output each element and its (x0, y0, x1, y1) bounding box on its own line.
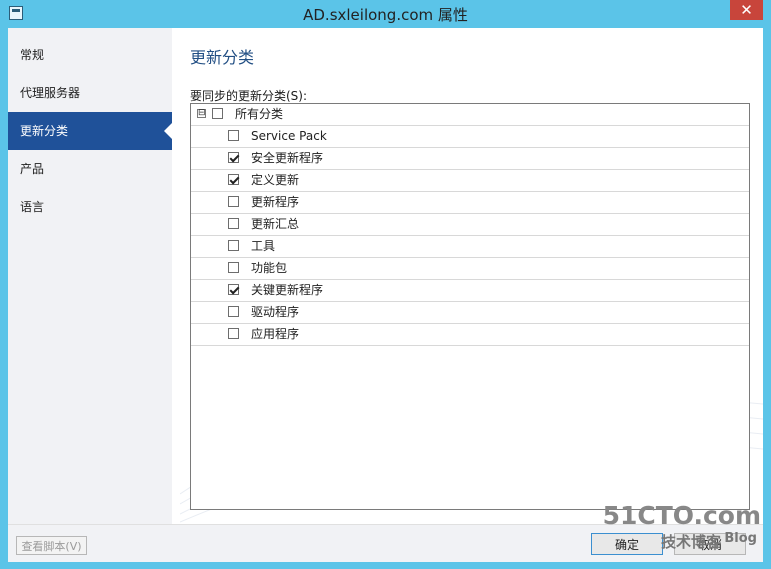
sidebar-item-products[interactable]: 产品 (8, 150, 172, 188)
tree-item-row[interactable]: 更新汇总 (191, 214, 749, 236)
item-label: 更新程序 (251, 195, 300, 209)
tree-item-row[interactable]: 定义更新 (191, 170, 749, 192)
item-label: 驱动程序 (251, 305, 300, 319)
item-label: 功能包 (251, 261, 288, 275)
item-checkbox[interactable] (228, 306, 239, 317)
page-title: 更新分类 (190, 48, 255, 67)
tree-root-row[interactable]: ⊟ 所有分类 (191, 104, 749, 126)
tree-item-row[interactable]: 安全更新程序 (191, 148, 749, 170)
sidebar: 常规 代理服务器 更新分类 产品 语言 (8, 28, 172, 524)
window-title: AD.sxleilong.com 属性 (303, 6, 468, 24)
all-classifications-checkbox[interactable] (212, 108, 223, 119)
item-checkbox[interactable] (228, 174, 239, 185)
ok-button[interactable]: 确定 (591, 533, 663, 555)
item-checkbox[interactable] (228, 196, 239, 207)
view-script-button[interactable]: 查看脚本(V) (16, 536, 87, 555)
item-checkbox[interactable] (228, 218, 239, 229)
tree-item-row[interactable]: 工具 (191, 236, 749, 258)
title-bar: AD.sxleilong.com 属性 ✕ (0, 0, 771, 28)
dialog-footer: 查看脚本(V) 确定 取消 (8, 524, 763, 562)
tree-item-row[interactable]: 关键更新程序 (191, 280, 749, 302)
item-checkbox[interactable] (228, 130, 239, 141)
item-checkbox[interactable] (228, 328, 239, 339)
classification-list-label: 要同步的更新分类(S): (190, 89, 308, 103)
item-checkbox[interactable] (228, 240, 239, 251)
item-label: 关键更新程序 (251, 283, 324, 297)
dialog-window: 常规 代理服务器 更新分类 产品 语言 更新分类 要同步的更新分类(S): ⊟ … (8, 28, 763, 562)
sidebar-item-languages[interactable]: 语言 (8, 188, 172, 226)
tree-item-row[interactable]: 驱动程序 (191, 302, 749, 324)
item-label: Service Pack (251, 129, 327, 143)
sidebar-item-proxy-server[interactable]: 代理服务器 (8, 74, 172, 112)
item-label: 应用程序 (251, 327, 300, 341)
content-panel: 更新分类 要同步的更新分类(S): ⊟ 所有分类 Service Pack 安全… (180, 28, 763, 524)
item-checkbox[interactable] (228, 152, 239, 163)
cancel-button[interactable]: 取消 (674, 533, 746, 555)
item-label: 安全更新程序 (251, 151, 324, 165)
tree-root-label: 所有分类 (235, 107, 284, 121)
tree-item-row[interactable]: Service Pack (191, 126, 749, 148)
item-checkbox[interactable] (228, 262, 239, 273)
item-label: 定义更新 (251, 173, 300, 187)
item-checkbox[interactable] (228, 284, 239, 295)
sidebar-item-general[interactable]: 常规 (8, 36, 172, 74)
tree-item-row[interactable]: 应用程序 (191, 324, 749, 346)
close-button[interactable]: ✕ (730, 0, 763, 20)
item-label: 更新汇总 (251, 217, 300, 231)
classification-tree[interactable]: ⊟ 所有分类 Service Pack 安全更新程序 定义更新 更新程序 更新汇… (190, 103, 750, 510)
collapse-icon[interactable]: ⊟ (197, 109, 206, 118)
tree-item-row[interactable]: 更新程序 (191, 192, 749, 214)
item-label: 工具 (251, 239, 276, 253)
tree-item-row[interactable]: 功能包 (191, 258, 749, 280)
sidebar-item-update-classifications[interactable]: 更新分类 (8, 112, 172, 150)
